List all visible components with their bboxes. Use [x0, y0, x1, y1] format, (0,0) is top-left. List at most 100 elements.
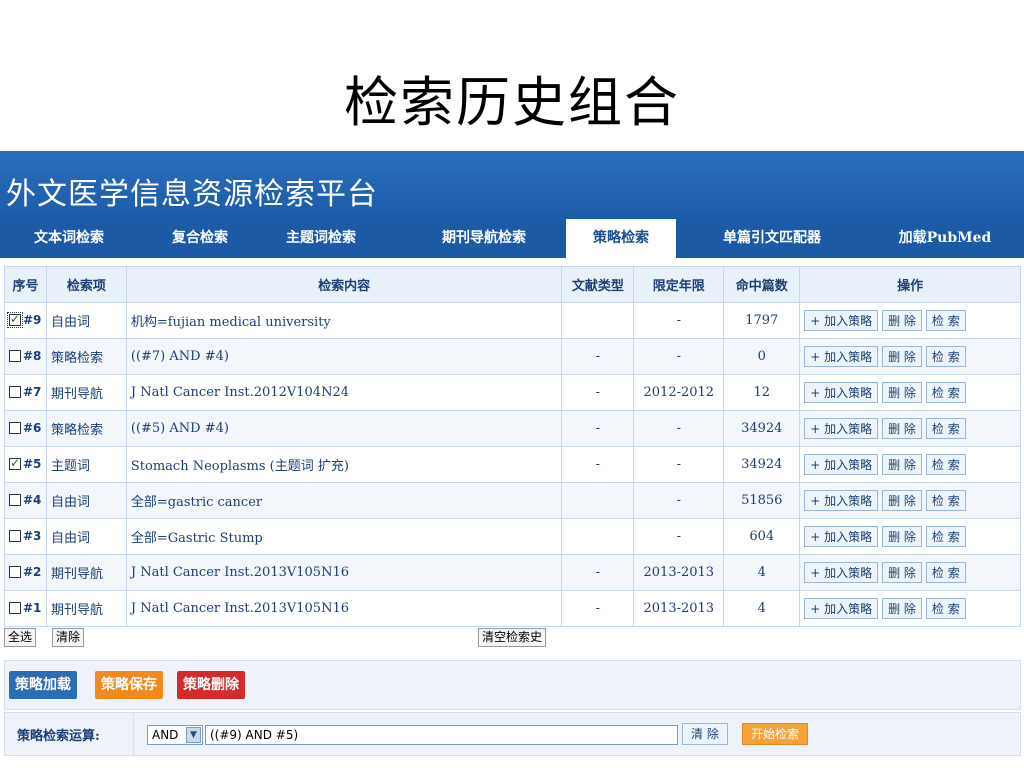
row-hits: 12: [723, 374, 801, 411]
search-row-button[interactable]: 检 索: [925, 454, 966, 475]
row-field: 期刊导航: [45, 374, 127, 411]
row-field: 策略检索: [45, 338, 127, 375]
row-checkbox[interactable]: [9, 422, 21, 434]
row-doc-type: [561, 518, 635, 555]
row-actions: + 加入策略删 除检 索: [799, 410, 1021, 447]
search-row-button[interactable]: 检 索: [925, 382, 966, 403]
row-checkbox[interactable]: [9, 530, 21, 542]
row-actions: + 加入策略删 除检 索: [799, 446, 1021, 483]
row-hits: 604: [723, 518, 801, 555]
tab-load-pubmed[interactable]: 加载PubMed: [880, 219, 1010, 258]
header-index: 序号: [4, 266, 47, 303]
tab-strategy-search[interactable]: 策略检索: [566, 219, 676, 258]
table-row: #4 自由词 全部=gastric cancer -51856 + 加入策略删 除检 索: [4, 482, 1021, 519]
header-doc-type: 文献类型: [561, 266, 635, 303]
row-checkbox[interactable]: [9, 386, 21, 398]
row-hits: 4: [723, 590, 801, 627]
add-to-strategy-button[interactable]: + 加入策略: [804, 382, 879, 403]
row-years: 2013-2013: [633, 590, 725, 627]
row-checkbox[interactable]: [9, 456, 21, 470]
row-id: #3: [23, 529, 42, 543]
table-row: #6 策略检索 ((#5) AND #4) - -34924 + 加入策略删 除检 索: [4, 410, 1021, 447]
add-to-strategy-button[interactable]: + 加入策略: [804, 454, 879, 475]
row-checkbox[interactable]: [7, 312, 23, 328]
expression-input[interactable]: [205, 725, 678, 745]
row-field: 期刊导航: [45, 590, 127, 627]
row-checkbox[interactable]: [9, 494, 21, 506]
row-doc-type: -: [561, 554, 635, 591]
add-to-strategy-button[interactable]: + 加入策略: [804, 310, 879, 331]
table-row: #5主题词Stomach Neoplasms (主题词 扩充)--34924+ …: [4, 446, 1021, 483]
add-to-strategy-button[interactable]: + 加入策略: [804, 418, 879, 439]
strategy-action-bar: 策略加载 策略保存 策略删除: [4, 660, 1021, 710]
row-checkbox[interactable]: [9, 350, 21, 362]
search-row-button[interactable]: 检 索: [925, 562, 966, 583]
row-checkbox[interactable]: [9, 566, 21, 578]
delete-row-button[interactable]: 删 除: [882, 490, 922, 511]
search-row-button[interactable]: 检 索: [925, 310, 966, 331]
row-hits: 1797: [723, 302, 801, 339]
chevron-down-icon[interactable]: ▼: [186, 727, 201, 743]
delete-row-button[interactable]: 删 除: [882, 346, 922, 367]
search-row-button[interactable]: 检 索: [925, 490, 966, 511]
row-content: 全部=Gastric Stump: [125, 518, 563, 555]
header-field: 检索项: [45, 266, 127, 303]
row-hits: 34924: [723, 410, 801, 447]
clear-selection-button[interactable]: 清除: [52, 628, 85, 647]
row-years: -: [633, 482, 725, 519]
row-checkbox[interactable]: [9, 602, 21, 614]
row-field: 自由词: [45, 482, 127, 519]
tab-citation-matcher[interactable]: 单篇引文匹配器: [708, 219, 836, 258]
search-row-button[interactable]: 检 索: [925, 526, 966, 547]
row-index-cell: #1: [4, 590, 47, 627]
add-to-strategy-button[interactable]: + 加入策略: [804, 346, 879, 367]
strategy-delete-button[interactable]: 策略删除: [177, 671, 245, 699]
row-actions: + 加入策略删 除检 索: [799, 590, 1021, 627]
row-id: #8: [23, 349, 42, 363]
strategy-load-button[interactable]: 策略加载: [9, 671, 77, 699]
tab-journal-search[interactable]: 期刊导航检索: [414, 219, 554, 258]
clear-history-button[interactable]: 清空检索史: [478, 628, 547, 647]
row-hits: 51856: [723, 482, 801, 519]
table-row: #9自由词机构=fujian medical university -1797+ …: [4, 302, 1021, 339]
row-hits: 4: [723, 554, 801, 591]
select-all-button[interactable]: 全选: [4, 628, 37, 647]
delete-row-button[interactable]: 删 除: [882, 598, 922, 619]
operator-select[interactable]: AND ▼: [147, 725, 203, 745]
row-years: -: [633, 338, 725, 375]
search-row-button[interactable]: 检 索: [925, 418, 966, 439]
row-content: ((#5) AND #4): [125, 410, 563, 447]
delete-row-button[interactable]: 删 除: [882, 562, 922, 583]
add-to-strategy-button[interactable]: + 加入策略: [804, 490, 879, 511]
row-content: J Natl Cancer Inst.2012V104N24: [125, 374, 563, 411]
delete-row-button[interactable]: 删 除: [882, 310, 922, 331]
tab-subject-search[interactable]: 主题词检索: [266, 219, 376, 258]
row-doc-type: -: [561, 338, 635, 375]
search-row-button[interactable]: 检 索: [925, 598, 966, 619]
table-row: #1 期刊导航 J Natl Cancer Inst.2013V105N16-201…: [4, 590, 1021, 627]
header-actions: 操作: [799, 266, 1021, 303]
delete-row-button[interactable]: 删 除: [882, 454, 922, 475]
row-index-cell: #2: [4, 554, 47, 591]
delete-row-button[interactable]: 删 除: [882, 382, 922, 403]
table-footer: 全选 清除 清空检索史: [4, 628, 1021, 648]
start-search-button[interactable]: 开始检索: [742, 723, 809, 745]
history-table: 序号 检索项 检索内容 文献类型 限定年限 命中篇数 操作 #9自由词机构=fu…: [4, 266, 1021, 627]
table-row: #8 策略检索 ((#7) AND #4) - -0 + 加入策略删 除检 索: [4, 338, 1021, 375]
add-to-strategy-button[interactable]: + 加入策略: [804, 598, 879, 619]
clear-expression-button[interactable]: 清 除: [682, 723, 728, 745]
table-row: #7 期刊导航 J Natl Cancer Inst.2012V104N24-201…: [4, 374, 1021, 411]
row-index-cell: #8: [4, 338, 47, 375]
strategy-save-button[interactable]: 策略保存: [95, 671, 163, 699]
row-id: #7: [23, 385, 42, 399]
row-index-cell: #7: [4, 374, 47, 411]
search-row-button[interactable]: 检 索: [925, 346, 966, 367]
row-doc-type: -: [561, 410, 635, 447]
add-to-strategy-button[interactable]: + 加入策略: [804, 526, 879, 547]
row-field: 策略检索: [45, 410, 127, 447]
tab-compound-search[interactable]: 复合检索: [150, 219, 250, 258]
add-to-strategy-button[interactable]: + 加入策略: [804, 562, 879, 583]
tab-text-search[interactable]: 文本词检索: [14, 219, 124, 258]
delete-row-button[interactable]: 删 除: [882, 418, 922, 439]
delete-row-button[interactable]: 删 除: [882, 526, 922, 547]
